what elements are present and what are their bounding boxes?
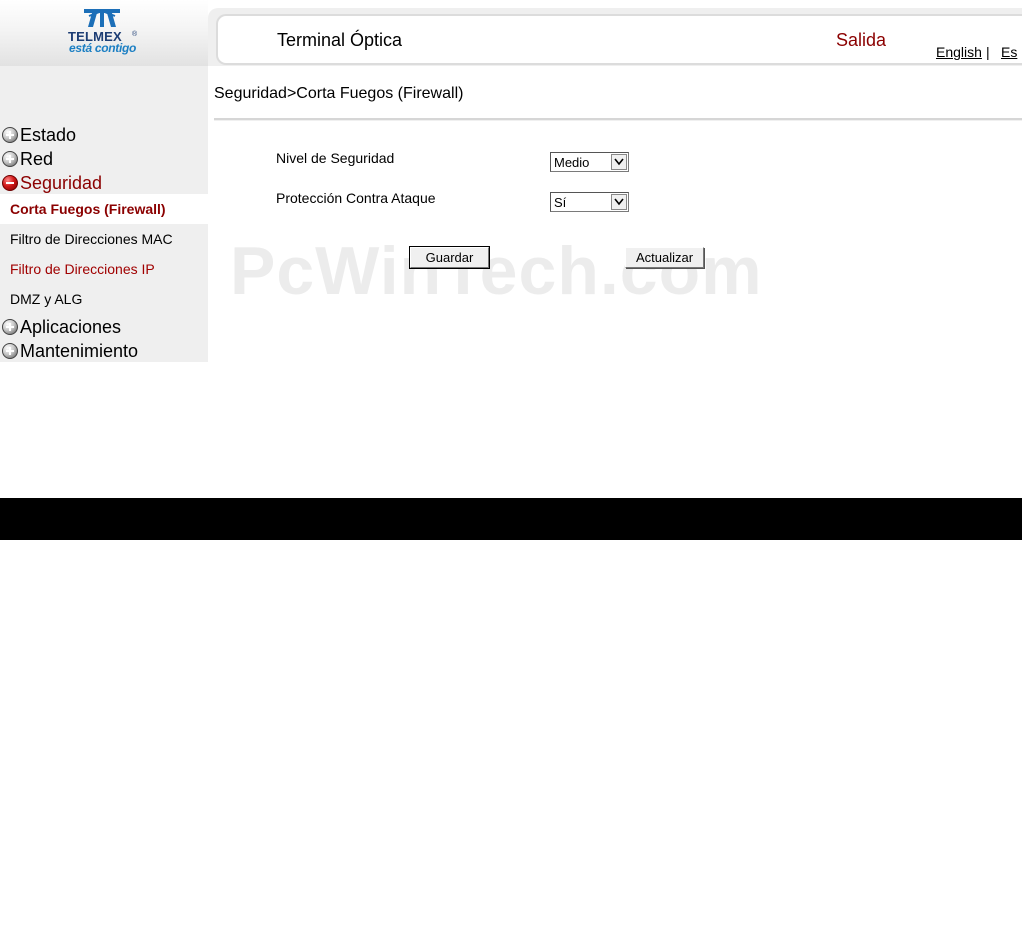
sidebar: Estado Red Seguridad Corta Fuegos (Firew… bbox=[0, 118, 208, 362]
logout-link[interactable]: Salida bbox=[836, 30, 886, 51]
sidebar-subitem-label: Filtro de Direcciones IP bbox=[10, 261, 155, 277]
sidebar-item-estado[interactable]: Estado bbox=[0, 123, 208, 147]
security-level-value: Medio bbox=[554, 155, 590, 170]
sidebar-subitem-label: Corta Fuegos (Firewall) bbox=[10, 201, 166, 217]
language-separator: | bbox=[986, 44, 990, 60]
content-divider bbox=[214, 118, 1022, 121]
collapse-minus-icon bbox=[2, 175, 18, 191]
brand-registered: ® bbox=[132, 31, 138, 38]
watermark: PcWinTech.com bbox=[230, 233, 763, 309]
sidebar-subitem-label: Filtro de Direcciones MAC bbox=[10, 231, 173, 247]
chevron-down-icon bbox=[611, 194, 627, 210]
expand-plus-icon bbox=[2, 151, 18, 167]
sidebar-subitem-ip-filter[interactable]: Filtro de Direcciones IP bbox=[0, 254, 208, 284]
sidebar-item-red[interactable]: Red bbox=[0, 147, 208, 171]
sidebar-item-label: Aplicaciones bbox=[20, 317, 122, 337]
sidebar-item-seguridad[interactable]: Seguridad bbox=[0, 171, 208, 195]
attack-protection-select[interactable]: Sí bbox=[550, 192, 629, 212]
sidebar-item-label: Mantenimiento bbox=[20, 341, 139, 361]
sidebar-item-label: Estado bbox=[20, 125, 77, 145]
telmex-logo-icon bbox=[84, 9, 120, 27]
sidebar-top-spacer bbox=[0, 66, 208, 118]
brand-logo: TELMEX ® está contigo bbox=[0, 0, 208, 66]
chevron-down-icon bbox=[611, 154, 627, 170]
expand-plus-icon bbox=[2, 343, 18, 359]
refresh-button[interactable]: Actualizar bbox=[625, 247, 704, 268]
expand-plus-icon bbox=[2, 319, 18, 335]
expand-plus-icon bbox=[2, 127, 18, 143]
brand-tagline: está contigo bbox=[69, 41, 137, 55]
attack-protection-value: Sí bbox=[554, 195, 567, 210]
sidebar-subitem-mac-filter[interactable]: Filtro de Direcciones MAC bbox=[0, 224, 208, 254]
language-spanish-link[interactable]: Es bbox=[1001, 44, 1022, 60]
sidebar-subitem-dmz-alg[interactable]: DMZ y ALG bbox=[0, 284, 208, 314]
black-band bbox=[0, 498, 1022, 540]
security-level-select[interactable]: Medio bbox=[550, 152, 629, 172]
language-english-link[interactable]: English bbox=[936, 44, 982, 60]
breadcrumb: Seguridad>Corta Fuegos (Firewall) bbox=[214, 85, 464, 102]
save-button[interactable]: Guardar bbox=[409, 246, 490, 269]
page-title: Terminal Óptica bbox=[277, 30, 403, 50]
sidebar-item-label: Red bbox=[20, 149, 54, 169]
sidebar-subitem-firewall[interactable]: Corta Fuegos (Firewall) bbox=[0, 194, 208, 224]
security-level-label: Nivel de Seguridad bbox=[276, 150, 395, 166]
sidebar-item-label: Seguridad bbox=[20, 173, 103, 193]
sidebar-item-mantenimiento[interactable]: Mantenimiento bbox=[0, 339, 208, 363]
attack-protection-label: Protección Contra Ataque bbox=[276, 190, 436, 206]
sidebar-item-aplicaciones[interactable]: Aplicaciones bbox=[0, 315, 208, 339]
sidebar-subitem-label: DMZ y ALG bbox=[10, 291, 83, 307]
